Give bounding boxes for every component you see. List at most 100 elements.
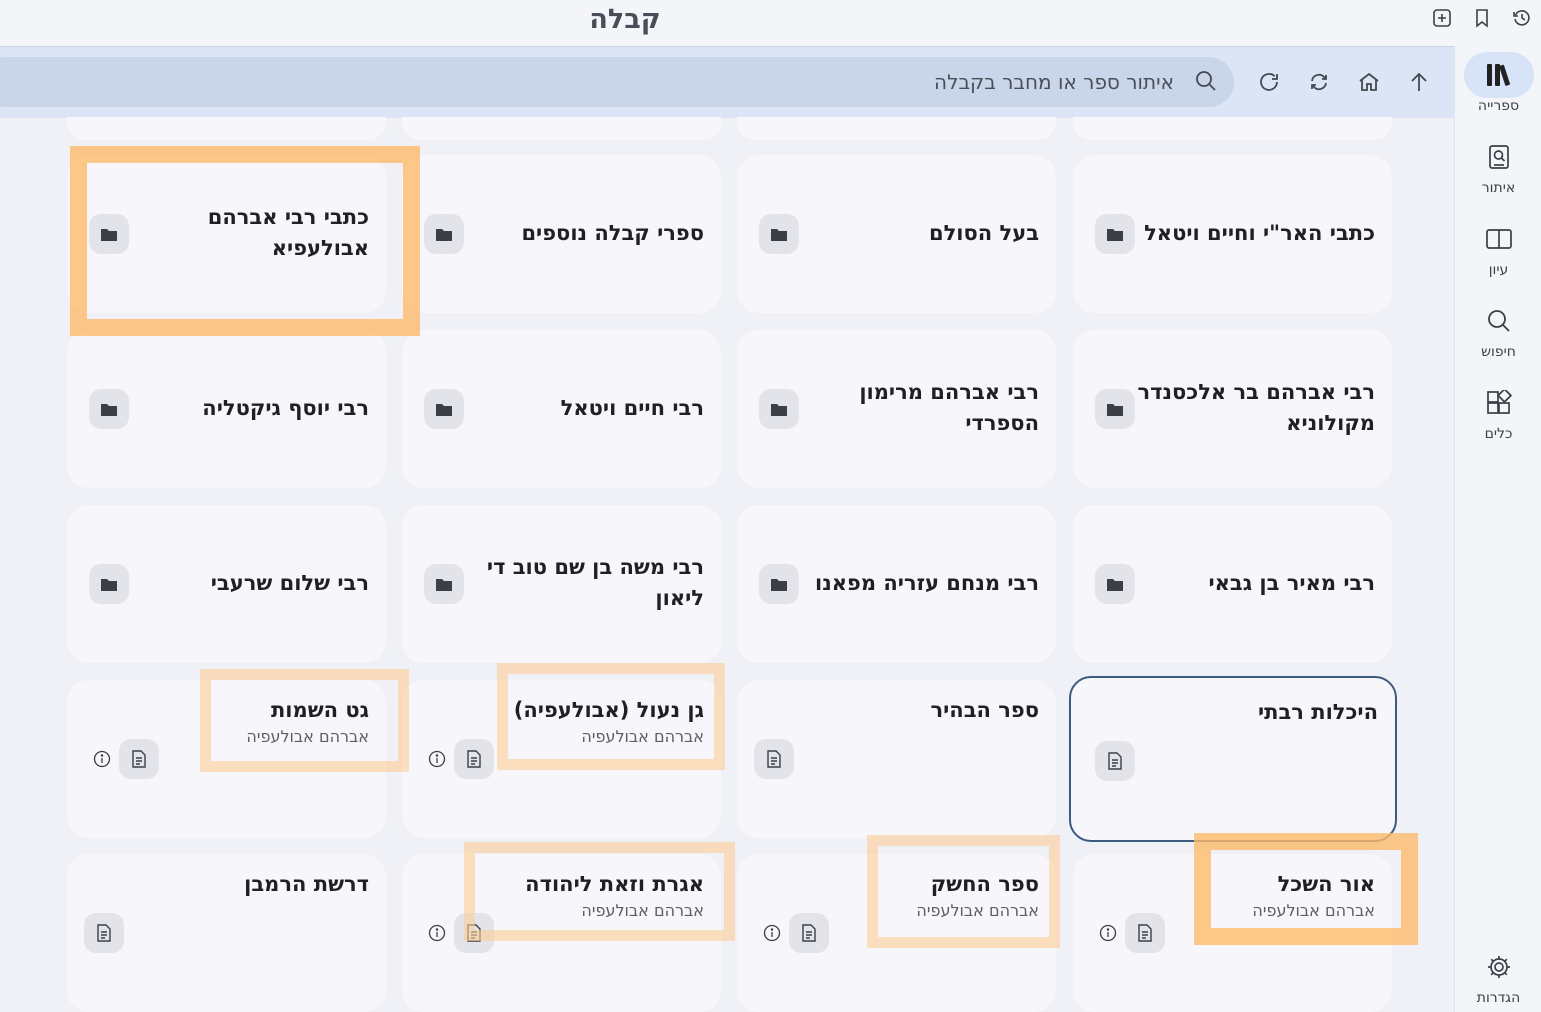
rail-item-settings[interactable]: הגדרות [1455, 944, 1541, 1006]
folder-icon [89, 214, 129, 254]
card-partial[interactable] [402, 117, 721, 140]
book-author: אברהם אבולעפיה [1252, 901, 1375, 920]
info-icon[interactable] [422, 744, 452, 774]
book-title: דרשת הרמבן [244, 872, 369, 896]
folder-icon [759, 564, 799, 604]
category-card[interactable]: רבי יוסף גיקטליה [67, 330, 386, 488]
folder-icon [1095, 564, 1135, 604]
rail-item-search[interactable]: חיפוש [1455, 298, 1541, 360]
info-icon[interactable] [757, 918, 787, 948]
rail-label: חיפוש [1481, 344, 1516, 360]
book-title: גן נעול (אבולעפיה) [513, 698, 704, 722]
tools-icon [1486, 390, 1512, 414]
locate-icon [1488, 145, 1509, 169]
book-card[interactable]: דרשת הרמבן [67, 854, 386, 1012]
book-author: אברהם אבולעפיה [246, 727, 369, 746]
book-card[interactable]: ספר החשק אברהם אבולעפיה [737, 854, 1056, 1012]
search-box[interactable]: איתור ספר או מחבר בקבלה [0, 57, 1234, 107]
category-card[interactable]: רבי אברהם בר אלכסנדר מקולוניא [1073, 330, 1392, 488]
category-card[interactable]: כתבי רבי אברהם אבולעפיא [67, 155, 386, 313]
search-icon [1487, 310, 1510, 332]
book-title: גט השמות [270, 698, 369, 722]
sync-icon[interactable] [1304, 67, 1334, 97]
book-card[interactable]: ספר הבהיר [737, 680, 1056, 838]
document-icon[interactable] [1095, 741, 1135, 781]
library-grid: כתבי האר"י וחיים ויטאל בעל הסולם ספרי קב… [0, 117, 1454, 1012]
category-title: בעל הסולם [928, 221, 1039, 245]
book-card[interactable]: אגרת וזאת ליהודה אברהם אבולעפיה [402, 854, 721, 1012]
info-icon[interactable] [422, 918, 452, 948]
library-icon [1486, 64, 1510, 86]
new-tab-icon[interactable] [1429, 5, 1455, 31]
folder-icon [1095, 214, 1135, 254]
rail-label: עיון [1488, 262, 1509, 278]
rail-label: ספרייה [1477, 98, 1520, 114]
rail-label: הגדרות [1476, 990, 1521, 1006]
category-title: רבי אברהם בר אלכסנדר מקולוניא [1137, 380, 1375, 435]
category-title: רבי מאיר בן גבאי [1208, 571, 1375, 595]
category-card[interactable]: רבי משה בן שם טוב די ליאון [402, 505, 721, 663]
search-icon[interactable] [1194, 69, 1218, 97]
category-card[interactable]: ספרי קבלה נוספים [402, 155, 721, 313]
rail-item-reading[interactable]: עיון [1455, 216, 1541, 278]
book-author: אברהם אבולעפיה [581, 727, 704, 746]
book-title: ספר החשק [930, 872, 1039, 896]
book-title: אגרת וזאת ליהודה [525, 872, 704, 896]
category-title: רבי שלום שרעבי [210, 571, 369, 595]
title-bar: קבלה [0, 0, 1541, 46]
book-card[interactable]: גן נעול (אבולעפיה) אברהם אבולעפיה [402, 680, 721, 838]
card-partial[interactable] [67, 117, 386, 140]
rail-item-library[interactable]: ספרייה [1455, 52, 1541, 114]
document-icon[interactable] [789, 913, 829, 953]
folder-icon [1095, 389, 1135, 429]
page-title: קבלה [589, 4, 661, 35]
document-icon[interactable] [754, 739, 794, 779]
rail-label: כלים [1484, 426, 1513, 442]
refresh-icon[interactable] [1254, 67, 1284, 97]
category-title: כתבי רבי אברהם אבולעפיא [207, 205, 369, 260]
category-card[interactable]: כתבי האר"י וחיים ויטאל [1073, 155, 1392, 313]
category-title: רבי אברהם מרימון הספרדי [859, 380, 1039, 435]
history-icon[interactable] [1509, 5, 1535, 31]
folder-icon [759, 214, 799, 254]
bookmark-icon[interactable] [1469, 5, 1495, 31]
rail-item-tools[interactable]: כלים [1455, 380, 1541, 442]
gear-icon [1487, 956, 1510, 978]
folder-icon [424, 389, 464, 429]
category-card[interactable]: רבי אברהם מרימון הספרדי [737, 330, 1056, 488]
category-title: רבי חיים ויטאל [560, 396, 704, 420]
document-icon[interactable] [454, 913, 494, 953]
book-author: אברהם אבולעפיה [916, 901, 1039, 920]
category-card[interactable]: רבי מנחם עזריה מפאנו [737, 505, 1056, 663]
search-input[interactable]: איתור ספר או מחבר בקבלה [934, 70, 1174, 94]
document-icon[interactable] [84, 913, 124, 953]
arrow-up-icon[interactable] [1404, 67, 1434, 97]
book-title: אור השכל [1277, 872, 1375, 896]
book-card[interactable]: היכלות רבתי [1069, 676, 1397, 842]
category-card[interactable]: בעל הסולם [737, 155, 1056, 313]
book-title: ספר הבהיר [930, 698, 1039, 722]
category-card[interactable]: רבי מאיר בן גבאי [1073, 505, 1392, 663]
category-title: רבי משה בן שם טוב די ליאון [486, 555, 704, 610]
book-open-icon [1485, 229, 1512, 249]
category-title: רבי יוסף גיקטליה [202, 396, 369, 420]
book-author: אברהם אבולעפיה [581, 901, 704, 920]
info-icon[interactable] [1093, 918, 1123, 948]
category-title: כתבי האר"י וחיים ויטאל [1144, 221, 1375, 245]
book-title: היכלות רבתי [1257, 700, 1378, 724]
book-card[interactable]: אור השכל אברהם אבולעפיה [1073, 854, 1392, 1012]
book-card[interactable]: גט השמות אברהם אבולעפיה [67, 680, 386, 838]
folder-icon [89, 564, 129, 604]
category-card[interactable]: רבי שלום שרעבי [67, 505, 386, 663]
document-icon[interactable] [454, 739, 494, 779]
card-partial[interactable] [737, 117, 1056, 140]
document-icon[interactable] [119, 739, 159, 779]
info-icon[interactable] [87, 744, 117, 774]
category-title: ספרי קבלה נוספים [521, 221, 704, 245]
folder-icon [424, 214, 464, 254]
home-icon[interactable] [1354, 67, 1384, 97]
category-card[interactable]: רבי חיים ויטאל [402, 330, 721, 488]
document-icon[interactable] [1125, 913, 1165, 953]
card-partial[interactable] [1073, 117, 1392, 140]
rail-item-locate[interactable]: איתור [1455, 134, 1541, 196]
